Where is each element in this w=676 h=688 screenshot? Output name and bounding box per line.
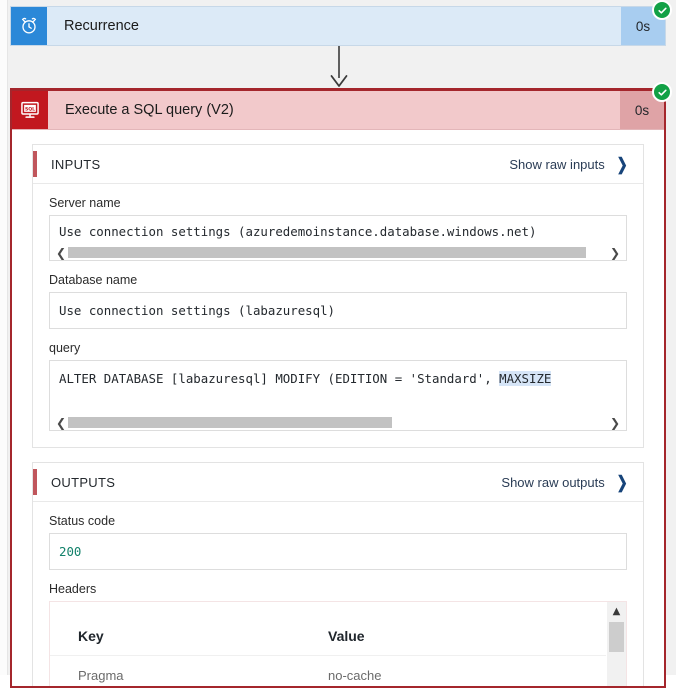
inputs-section: INPUTS Show raw inputs ❯ Server name Use… [32, 144, 644, 448]
cell-key: Pragma [50, 656, 328, 688]
action-body: INPUTS Show raw inputs ❯ Server name Use… [12, 130, 664, 688]
horizontal-scrollbar[interactable]: ❮ ❯ [50, 415, 626, 430]
headers-label: Headers [49, 582, 627, 596]
cell-value: no-cache [328, 656, 606, 688]
outputs-section-title: OUTPUTS [51, 475, 501, 490]
scrollbar-track[interactable] [68, 417, 608, 428]
sql-monitor-icon: SQL [12, 91, 48, 129]
table-header-row: Key Value [50, 602, 606, 656]
field-box[interactable]: Use connection settings (azuredemoinstan… [49, 215, 627, 261]
outputs-section-header: OUTPUTS Show raw outputs ❯ [33, 463, 643, 502]
chevron-up-icon[interactable]: ▲ [607, 602, 626, 620]
headers-table: Key Value Pragma no-cache [50, 602, 606, 688]
trigger-card-recurrence[interactable]: Recurrence 0s [10, 6, 666, 46]
query-text: ALTER DATABASE [labazuresql] MODIFY (EDI… [59, 371, 499, 386]
field-box[interactable]: Use connection settings (labazuresql) [49, 292, 627, 329]
field-label: Status code [49, 514, 627, 528]
scrollbar-thumb[interactable] [609, 622, 624, 652]
show-raw-inputs-link[interactable]: Show raw inputs ❯ [509, 156, 629, 173]
field-box[interactable]: ALTER DATABASE [labazuresql] MODIFY (EDI… [49, 360, 627, 431]
field-box[interactable]: 200 [49, 533, 627, 570]
outputs-section-content: Status code 200 Headers [33, 502, 643, 688]
chevron-left-icon[interactable]: ❮ [54, 417, 68, 429]
show-raw-outputs-link[interactable]: Show raw outputs ❯ [501, 474, 629, 491]
action-title: Execute a SQL query (V2) [48, 91, 620, 129]
scrollbar-thumb[interactable] [68, 247, 586, 258]
chevron-right-icon[interactable]: ❯ [608, 417, 622, 429]
trigger-title: Recurrence [47, 7, 621, 45]
field-value: ALTER DATABASE [labazuresql] MODIFY (EDI… [50, 361, 626, 415]
action-card-execute-sql-query[interactable]: SQL Execute a SQL query (V2) 0s INPUTS S… [10, 88, 666, 688]
show-raw-outputs-label: Show raw outputs [501, 475, 604, 490]
field-label: Database name [49, 273, 627, 287]
field-database-name: Database name Use connection settings (l… [49, 273, 627, 329]
chevron-right-icon[interactable]: ❯ [608, 247, 622, 259]
horizontal-scrollbar[interactable]: ❮ ❯ [50, 245, 626, 260]
svg-text:SQL: SQL [25, 106, 35, 112]
action-status-badge-check-circle-icon [652, 82, 672, 102]
action-header[interactable]: SQL Execute a SQL query (V2) 0s [12, 91, 664, 130]
headers-vertical-scrollbar[interactable]: ▲ [606, 602, 626, 688]
alarm-clock-icon [11, 7, 47, 45]
table-row: Pragma no-cache [50, 656, 606, 688]
field-label: Server name [49, 196, 627, 210]
field-headers: Headers Key Value [49, 582, 627, 688]
column-header-value: Value [328, 602, 606, 656]
inputs-section-title: INPUTS [51, 157, 509, 172]
field-value: 200 [50, 534, 626, 569]
scrollbar-thumb[interactable] [68, 417, 392, 428]
column-header-key: Key [50, 602, 328, 656]
chevron-left-icon[interactable]: ❮ [54, 247, 68, 259]
chevron-right-icon: ❯ [616, 156, 627, 173]
field-server-name: Server name Use connection settings (azu… [49, 196, 627, 261]
scrollbar-track[interactable] [68, 247, 608, 258]
query-text-selected: MAXSIZE [499, 371, 551, 386]
connector-arrow-down-icon [325, 46, 353, 88]
outputs-section: OUTPUTS Show raw outputs ❯ Status code 2… [32, 462, 644, 688]
field-label: query [49, 341, 627, 355]
field-query: query ALTER DATABASE [labazuresql] MODIF… [49, 341, 627, 431]
field-value: Use connection settings (azuredemoinstan… [50, 216, 626, 245]
trigger-status-badge-check-circle-icon [652, 0, 672, 20]
page-left-margin [0, 0, 8, 675]
chevron-right-icon: ❯ [616, 474, 627, 491]
field-status-code: Status code 200 [49, 514, 627, 570]
field-value: Use connection settings (labazuresql) [50, 293, 626, 328]
show-raw-inputs-label: Show raw inputs [509, 157, 604, 172]
headers-table-scroll-area: Key Value Pragma no-cache [50, 602, 606, 688]
workflow-run-canvas: Recurrence 0s SQL Execute a SQ [0, 0, 676, 675]
inputs-section-header: INPUTS Show raw inputs ❯ [33, 145, 643, 184]
inputs-section-content: Server name Use connection settings (azu… [33, 184, 643, 447]
